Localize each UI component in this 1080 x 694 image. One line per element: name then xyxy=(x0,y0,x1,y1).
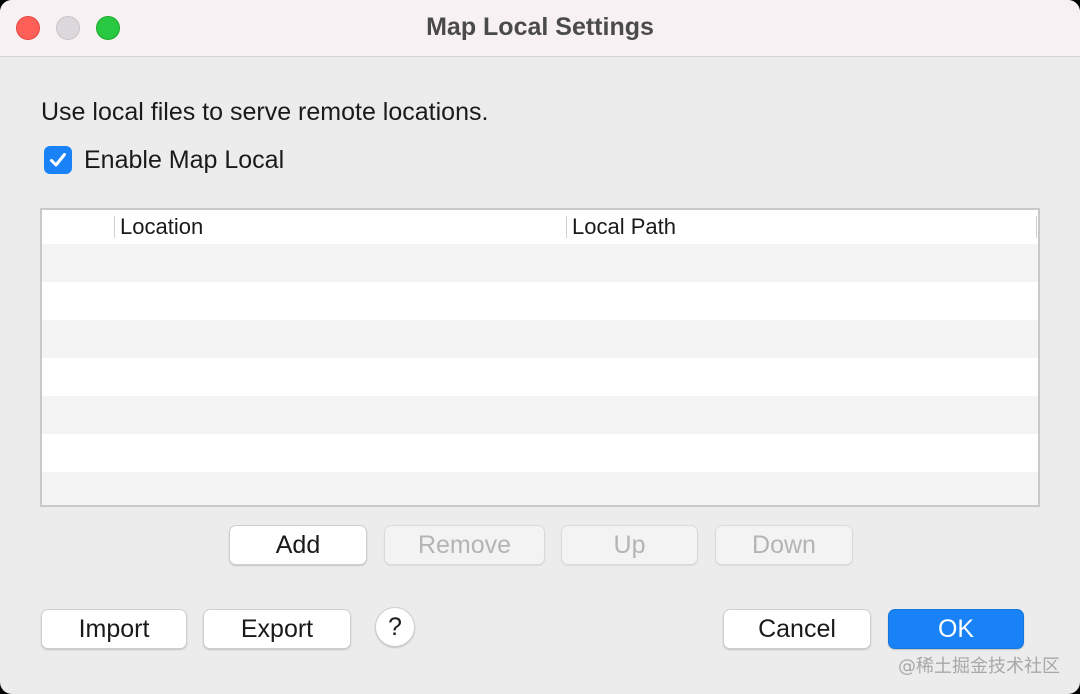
title-bar: Map Local Settings xyxy=(0,0,1080,57)
enable-map-local-label: Enable Map Local xyxy=(84,145,285,174)
table-row[interactable] xyxy=(42,320,1038,358)
remove-button[interactable]: Remove xyxy=(384,525,545,565)
up-button[interactable]: Up xyxy=(561,525,698,565)
table-row[interactable] xyxy=(42,434,1038,472)
column-header-location[interactable]: Location xyxy=(120,214,203,240)
table-row[interactable] xyxy=(42,396,1038,434)
enable-map-local-row[interactable]: Enable Map Local xyxy=(44,145,284,175)
column-separator xyxy=(566,216,567,238)
description-text: Use local files to serve remote location… xyxy=(41,98,489,126)
down-button[interactable]: Down xyxy=(715,525,853,565)
column-header-local-path[interactable]: Local Path xyxy=(572,214,676,240)
import-button[interactable]: Import xyxy=(41,609,187,649)
enable-map-local-checkbox[interactable] xyxy=(44,146,72,174)
table-row[interactable] xyxy=(42,244,1038,282)
mappings-table[interactable]: Location Local Path xyxy=(40,208,1040,507)
table-row[interactable] xyxy=(42,282,1038,320)
watermark-text: @稀土掘金技术社区 xyxy=(898,656,1060,677)
table-header: Location Local Path xyxy=(42,210,1038,246)
export-button[interactable]: Export xyxy=(203,609,351,649)
table-row[interactable] xyxy=(42,472,1038,505)
table-row[interactable] xyxy=(42,358,1038,396)
checkmark-icon xyxy=(50,153,66,167)
column-separator xyxy=(1036,216,1037,238)
dialog-window: Map Local Settings Use local files to se… xyxy=(0,0,1080,694)
cancel-button[interactable]: Cancel xyxy=(723,609,871,649)
ok-button[interactable]: OK xyxy=(888,609,1024,649)
window-title: Map Local Settings xyxy=(426,13,654,41)
add-button[interactable]: Add xyxy=(229,525,367,565)
help-button[interactable]: ? xyxy=(375,607,415,647)
column-separator xyxy=(114,216,115,238)
